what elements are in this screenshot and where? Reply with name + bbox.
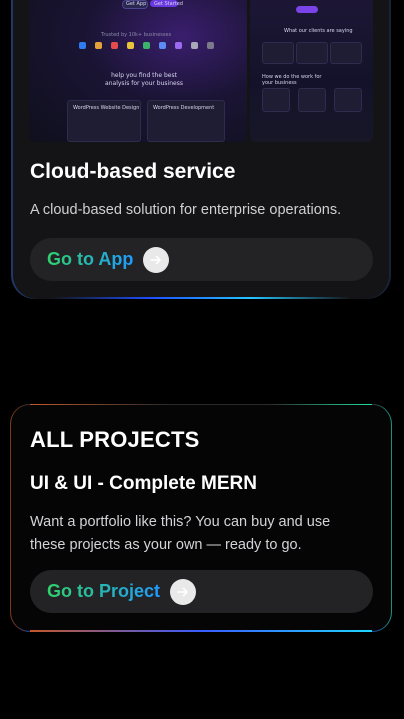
- cloud-service-card: Get App Get Started Trusted by 10k+ busi…: [11, 0, 391, 299]
- preview-logo-5-icon: [143, 42, 150, 49]
- preview-logo-3-icon: [111, 42, 118, 49]
- preview-box-right: WordPress Development: [147, 100, 225, 142]
- preview-box-left: WordPress Website Design: [67, 100, 141, 142]
- preview-logo-7-icon: [175, 42, 182, 49]
- go-to-app-button[interactable]: Go to App: [30, 238, 373, 281]
- arrow-right-icon: [143, 246, 170, 273]
- preview-logos-caption: Trusted by 10k+ businesses: [101, 32, 172, 38]
- project-subheading: UI & UI - Complete MERN: [30, 473, 257, 494]
- preview-logo-4-icon: [127, 42, 134, 49]
- preview-logo-6-icon: [159, 42, 166, 49]
- section-heading: ALL PROJECTS: [30, 427, 200, 452]
- preview-side-section: How we do the work for your business: [262, 74, 322, 86]
- go-to-project-button[interactable]: Go to Project: [30, 570, 373, 613]
- card-title: Cloud-based service: [30, 160, 236, 183]
- preview-logo-1-icon: [79, 42, 86, 49]
- preview-logo-8-icon: [191, 42, 198, 49]
- preview-side-screen: What our clients are saying How we do th…: [250, 0, 373, 142]
- card-description: A cloud-based solution for enterprise op…: [30, 202, 342, 218]
- preview-side-heading: What our clients are saying: [284, 28, 353, 34]
- preview-nav-b: Get Started: [154, 1, 183, 7]
- project-description: Want a portfolio like this? You can buy …: [30, 514, 331, 553]
- go-to-project-label: Go to Project: [47, 581, 161, 601]
- arrow-right-icon: [170, 578, 197, 605]
- go-to-app-label: Go to App: [47, 249, 134, 269]
- preview-main-heading: help you find the best analysis for your…: [105, 72, 183, 87]
- all-projects-card: ALL PROJECTS UI & UI - Complete MERN Wan…: [10, 404, 392, 632]
- preview-nav-a: Get App: [126, 1, 147, 7]
- preview-logo-2-icon: [95, 42, 102, 49]
- preview-logo-9-icon: [207, 42, 214, 49]
- project-preview-image: Get App Get Started Trusted by 10k+ busi…: [29, 0, 373, 142]
- preview-main-screen: Get App Get Started Trusted by 10k+ busi…: [29, 0, 247, 142]
